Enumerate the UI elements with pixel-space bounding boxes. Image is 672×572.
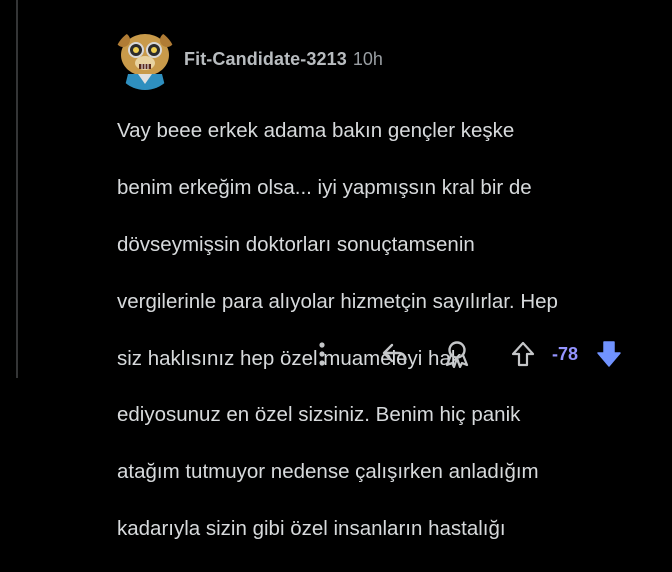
avatar[interactable]: [114, 28, 176, 90]
comment-line: kadarıyla sizin gibi özel insanların has…: [117, 517, 506, 541]
comment-line: benim erkeğim olsa... iyi yapmışsın kral…: [117, 176, 532, 200]
upvote-icon: [511, 341, 535, 367]
upvote-button[interactable]: [508, 334, 538, 374]
more-vertical-icon: [319, 342, 325, 366]
comment-header: Fit-Candidate-3213 10h: [114, 20, 383, 98]
comment-line: Vay beee erkek adama bakın gençler keşke: [117, 119, 515, 143]
reply-icon: [382, 343, 407, 365]
comment-line: dövseymişsin doktorları sonuçtamsenin: [117, 233, 475, 257]
comment-line: ediyosunuz en özel sizsiniz. Benim hiç p…: [117, 403, 521, 427]
avatar-image: [114, 28, 176, 90]
vote-count: -78: [552, 344, 579, 364]
downvote-button[interactable]: [594, 334, 624, 374]
comment-timestamp: 10h: [352, 48, 383, 69]
more-options-button[interactable]: [308, 334, 336, 374]
downvote-icon: [597, 341, 621, 367]
award-button[interactable]: [440, 334, 474, 374]
comment-action-bar: -78: [300, 334, 640, 374]
reply-button[interactable]: [378, 334, 412, 374]
comment-line: atağım tutmuyor nedense çalışırken anlad…: [117, 460, 539, 484]
comment-line: vergilerinle para alıyolar hizmetçin say…: [117, 289, 558, 313]
thread-line: [16, 0, 18, 378]
comment-body: Vay beee erkek adama bakın gençler keşke…: [117, 89, 637, 572]
author-username[interactable]: Fit-Candidate-3213: [184, 49, 347, 70]
award-icon: [445, 341, 469, 368]
